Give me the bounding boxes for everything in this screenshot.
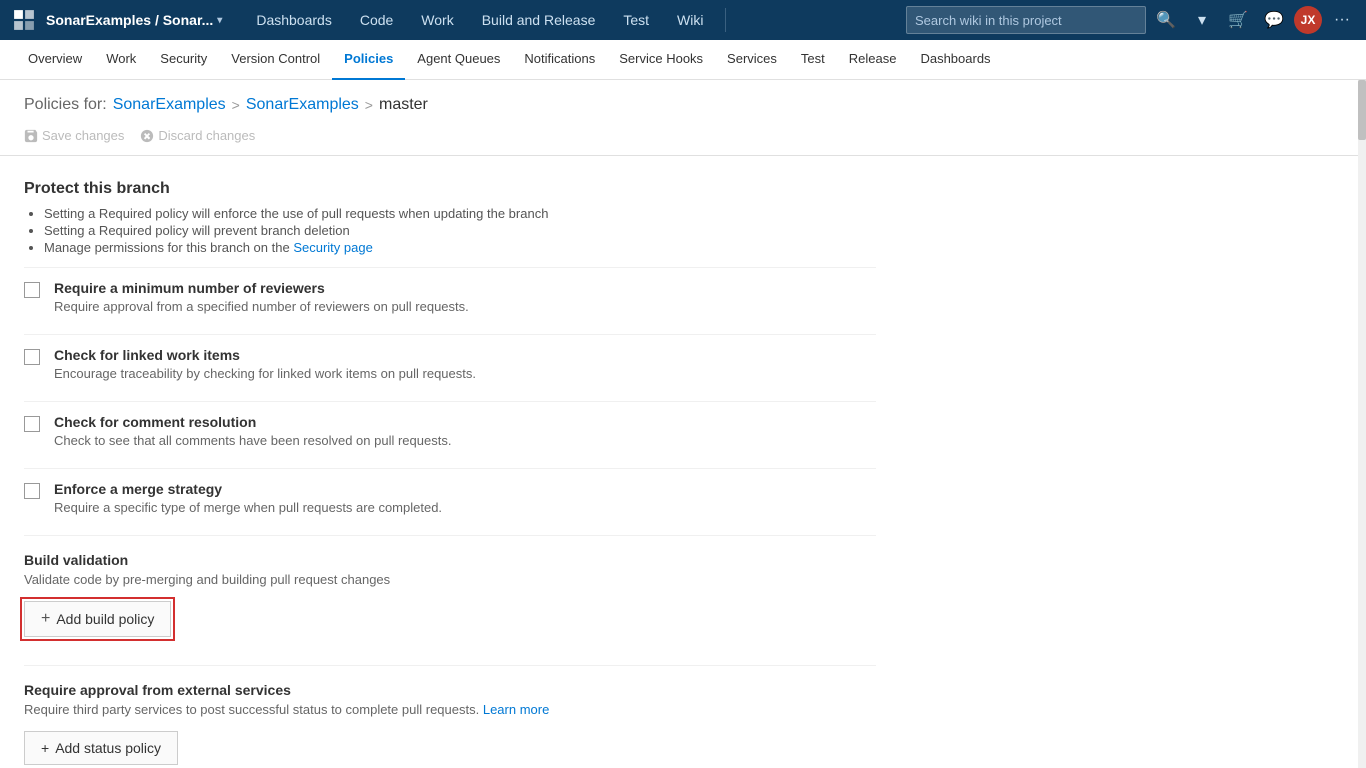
secondary-navigation: Overview Work Security Version Control P… (0, 40, 1366, 80)
policy-min-reviewers-desc: Require approval from a specified number… (54, 299, 469, 314)
user-avatar[interactable]: JX (1294, 6, 1322, 34)
policy-comment-resolution: Check for comment resolution Check to se… (24, 401, 876, 448)
policy-linked-work-items: Check for linked work items Encourage tr… (24, 334, 876, 381)
tab-work[interactable]: Work (94, 40, 148, 80)
protect-branch-title: Protect this branch (24, 180, 876, 198)
tab-release[interactable]: Release (837, 40, 909, 80)
learn-more-link[interactable]: Learn more (483, 702, 549, 717)
more-icon[interactable]: ··· (1326, 4, 1358, 36)
tab-version-control[interactable]: Version Control (219, 40, 332, 80)
breadcrumb-org[interactable]: SonarExamples (113, 96, 226, 114)
nav-build-release[interactable]: Build and Release (468, 0, 610, 40)
discard-button[interactable]: Discard changes (140, 128, 255, 143)
build-validation-desc: Validate code by pre-merging and buildin… (24, 572, 876, 587)
build-validation-title: Build validation (24, 552, 876, 568)
tab-overview[interactable]: Overview (16, 40, 94, 80)
external-services-title: Require approval from external services (24, 682, 876, 698)
bullet-1: Setting a Required policy will enforce t… (44, 206, 876, 221)
top-navigation: SonarExamples / Sonar... ▾ Dashboards Co… (0, 0, 1366, 40)
external-services-section: Require approval from external services … (24, 665, 876, 765)
breadcrumb: Policies for: SonarExamples > SonarExamp… (24, 96, 1334, 114)
breadcrumb-label: Policies for: (24, 96, 107, 114)
save-icon (24, 129, 38, 143)
search-icon-btn[interactable]: 🔍 (1150, 4, 1182, 36)
tab-test[interactable]: Test (789, 40, 837, 80)
top-nav-right: Search wiki in this project 🔍 ▾ 🛒 💬 JX ·… (906, 4, 1358, 36)
external-services-desc: Require third party services to post suc… (24, 702, 876, 717)
scrollbar-thumb[interactable] (1358, 80, 1366, 140)
nav-code[interactable]: Code (346, 0, 407, 40)
policy-min-reviewers: Require a minimum number of reviewers Re… (24, 267, 876, 314)
breadcrumb-project[interactable]: SonarExamples (246, 96, 359, 114)
protect-branch-bullets: Setting a Required policy will enforce t… (24, 206, 876, 255)
checkbox-min-reviewers[interactable] (24, 282, 40, 298)
wiki-search[interactable]: Search wiki in this project (906, 6, 1146, 34)
tab-policies[interactable]: Policies (332, 40, 405, 80)
policy-min-reviewers-name: Require a minimum number of reviewers (54, 280, 469, 296)
save-button[interactable]: Save changes (24, 128, 124, 143)
content-area: Policies for: SonarExamples > SonarExamp… (0, 80, 1358, 768)
checkbox-merge-strategy[interactable] (24, 483, 40, 499)
project-name[interactable]: SonarExamples / Sonar... ▾ (46, 12, 222, 28)
toolbar: Save changes Discard changes (0, 122, 1358, 156)
bullet-3: Manage permissions for this branch on th… (44, 240, 876, 255)
tab-dashboards[interactable]: Dashboards (908, 40, 1002, 80)
app-logo[interactable] (8, 4, 40, 36)
policy-linked-work-items-desc: Encourage traceability by checking for l… (54, 366, 476, 381)
tab-agent-queues[interactable]: Agent Queues (405, 40, 512, 80)
discard-icon (140, 129, 154, 143)
breadcrumb-sep-1: > (232, 97, 240, 113)
chat-icon[interactable]: 💬 (1258, 4, 1290, 36)
tab-services[interactable]: Services (715, 40, 789, 80)
add-build-policy-button[interactable]: + Add build policy (24, 601, 171, 637)
search-expand-icon[interactable]: ▾ (1186, 4, 1218, 36)
add-build-policy-plus-icon: + (41, 610, 50, 628)
add-status-policy-plus-icon: + (41, 740, 49, 756)
security-page-link[interactable]: Security page (293, 240, 373, 255)
policy-merge-strategy: Enforce a merge strategy Require a speci… (24, 468, 876, 515)
nav-test[interactable]: Test (609, 0, 663, 40)
nav-work[interactable]: Work (407, 0, 467, 40)
tab-security[interactable]: Security (148, 40, 219, 80)
nav-divider (725, 8, 726, 32)
bullet-2: Setting a Required policy will prevent b… (44, 223, 876, 238)
top-nav-links: Dashboards Code Work Build and Release T… (242, 0, 717, 40)
project-dropdown-icon: ▾ (217, 15, 222, 26)
checkbox-comment-resolution[interactable] (24, 416, 40, 432)
policy-comment-resolution-name: Check for comment resolution (54, 414, 451, 430)
policy-comment-resolution-desc: Check to see that all comments have been… (54, 433, 451, 448)
checkbox-linked-work-items[interactable] (24, 349, 40, 365)
tab-notifications[interactable]: Notifications (512, 40, 607, 80)
breadcrumb-branch: master (379, 96, 428, 114)
breadcrumb-sep-2: > (365, 97, 373, 113)
policy-linked-work-items-name: Check for linked work items (54, 347, 476, 363)
tab-service-hooks[interactable]: Service Hooks (607, 40, 715, 80)
add-build-policy-label: Add build policy (56, 611, 154, 627)
policy-merge-strategy-desc: Require a specific type of merge when pu… (54, 500, 442, 515)
breadcrumb-bar: Policies for: SonarExamples > SonarExamp… (0, 80, 1358, 122)
basket-icon[interactable]: 🛒 (1222, 4, 1254, 36)
main-content: Protect this branch Setting a Required p… (0, 156, 900, 768)
add-status-policy-label: Add status policy (55, 740, 161, 756)
nav-dashboards[interactable]: Dashboards (242, 0, 346, 40)
scrollbar-track[interactable] (1358, 80, 1366, 768)
policy-merge-strategy-name: Enforce a merge strategy (54, 481, 442, 497)
add-status-policy-button[interactable]: + Add status policy (24, 731, 178, 765)
build-validation-section: Build validation Validate code by pre-me… (24, 535, 876, 637)
nav-wiki[interactable]: Wiki (663, 0, 717, 40)
